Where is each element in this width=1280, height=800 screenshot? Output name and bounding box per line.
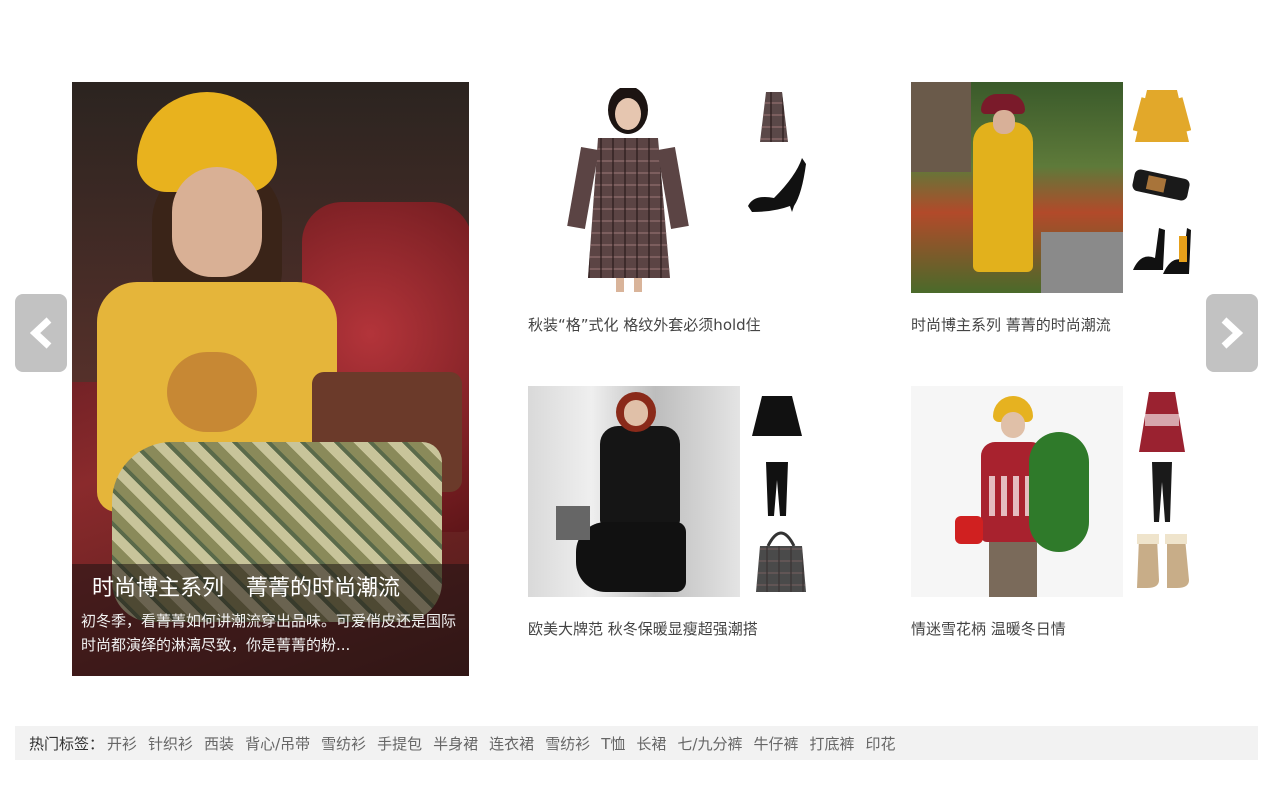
card-title[interactable]: 秋装“格”式化 格纹外套必须hold住: [528, 314, 761, 335]
tag-link[interactable]: 雪纺衫: [545, 733, 590, 754]
tag-link[interactable]: 半身裙: [433, 733, 478, 754]
boots-thumbnail: [1137, 534, 1189, 588]
hero-model-face: [172, 167, 262, 277]
outfit-card-plaid-coat[interactable]: 秋装“格”式化 格纹外套必须hold住: [528, 82, 828, 342]
tag-link[interactable]: 针织衫: [148, 733, 193, 754]
model-image: [567, 88, 689, 292]
outfit-card-snowflake[interactable]: 情迷雪花柄 温暖冬日情: [911, 386, 1201, 646]
card-title[interactable]: 欧美大牌范 秋冬保暖显瘦超强潮搭: [528, 618, 758, 639]
tag-link[interactable]: 七/九分裤: [677, 733, 742, 754]
hero-sweater-print: [167, 352, 257, 432]
model-image: [528, 386, 740, 597]
coat-thumbnail: [760, 92, 788, 142]
hero-description: 初冬季，看菁菁如何讲潮流穿出品味。可爱俏皮还是国际时尚都演绎的淋漓尽致，你是菁菁…: [81, 612, 457, 654]
hot-tags-label: 热门标签：: [29, 734, 105, 753]
tag-link[interactable]: 打底裤: [809, 733, 854, 754]
outfit-card-winter-style[interactable]: 欧美大牌范 秋冬保暖显瘦超强潮搭: [528, 386, 828, 646]
fur-jacket-thumbnail: [752, 396, 802, 436]
carousel-next-button[interactable]: [1206, 294, 1258, 372]
tag-link[interactable]: 长裙: [636, 733, 666, 754]
tag-link[interactable]: 牛仔裤: [753, 733, 798, 754]
heels-thumbnail: [748, 158, 806, 212]
tag-link[interactable]: 手提包: [377, 733, 422, 754]
card-title[interactable]: 时尚博主系列 菁菁的时尚潮流: [911, 314, 1111, 335]
hero-feature-card[interactable]: 时尚博主系列 菁菁的时尚潮流 初冬季，看菁菁如何讲潮流穿出品味。可爱俏皮还是国际…: [72, 82, 469, 676]
leggings-thumbnail: [1152, 462, 1172, 522]
chevron-left-icon: [29, 317, 52, 349]
tag-link[interactable]: 印花: [865, 733, 895, 754]
card-title[interactable]: 情迷雪花柄 温暖冬日情: [911, 618, 1066, 639]
chevron-right-icon: [1221, 317, 1244, 349]
carousel-prev-button[interactable]: [15, 294, 67, 372]
model-image: [911, 386, 1123, 597]
sweater-thumbnail: [1139, 392, 1185, 452]
leggings-thumbnail: [766, 462, 788, 516]
tag-link[interactable]: 雪纺衫: [321, 733, 366, 754]
tag-link[interactable]: 西装: [204, 733, 234, 754]
hot-tags-bar: 热门标签： 开衫 针织衫 西装 背心/吊带 雪纺衫 手提包 半身裙 连衣裙 雪纺…: [15, 726, 1258, 760]
tag-link[interactable]: 开衫: [107, 733, 137, 754]
tag-link[interactable]: T恤: [601, 733, 625, 754]
model-image: [911, 82, 1123, 293]
hero-title[interactable]: 时尚博主系列 菁菁的时尚潮流: [92, 570, 400, 602]
tag-link[interactable]: 连衣裙: [489, 733, 534, 754]
heels-thumbnail: [1133, 228, 1191, 274]
outfit-card-blogger-series[interactable]: 时尚博主系列 菁菁的时尚潮流: [911, 82, 1201, 342]
yellow-coat-thumbnail: [1133, 90, 1191, 142]
scarf-thumbnail: [1132, 169, 1190, 201]
tote-bag-thumbnail: [756, 531, 806, 592]
tag-link[interactable]: 背心/吊带: [245, 733, 310, 754]
